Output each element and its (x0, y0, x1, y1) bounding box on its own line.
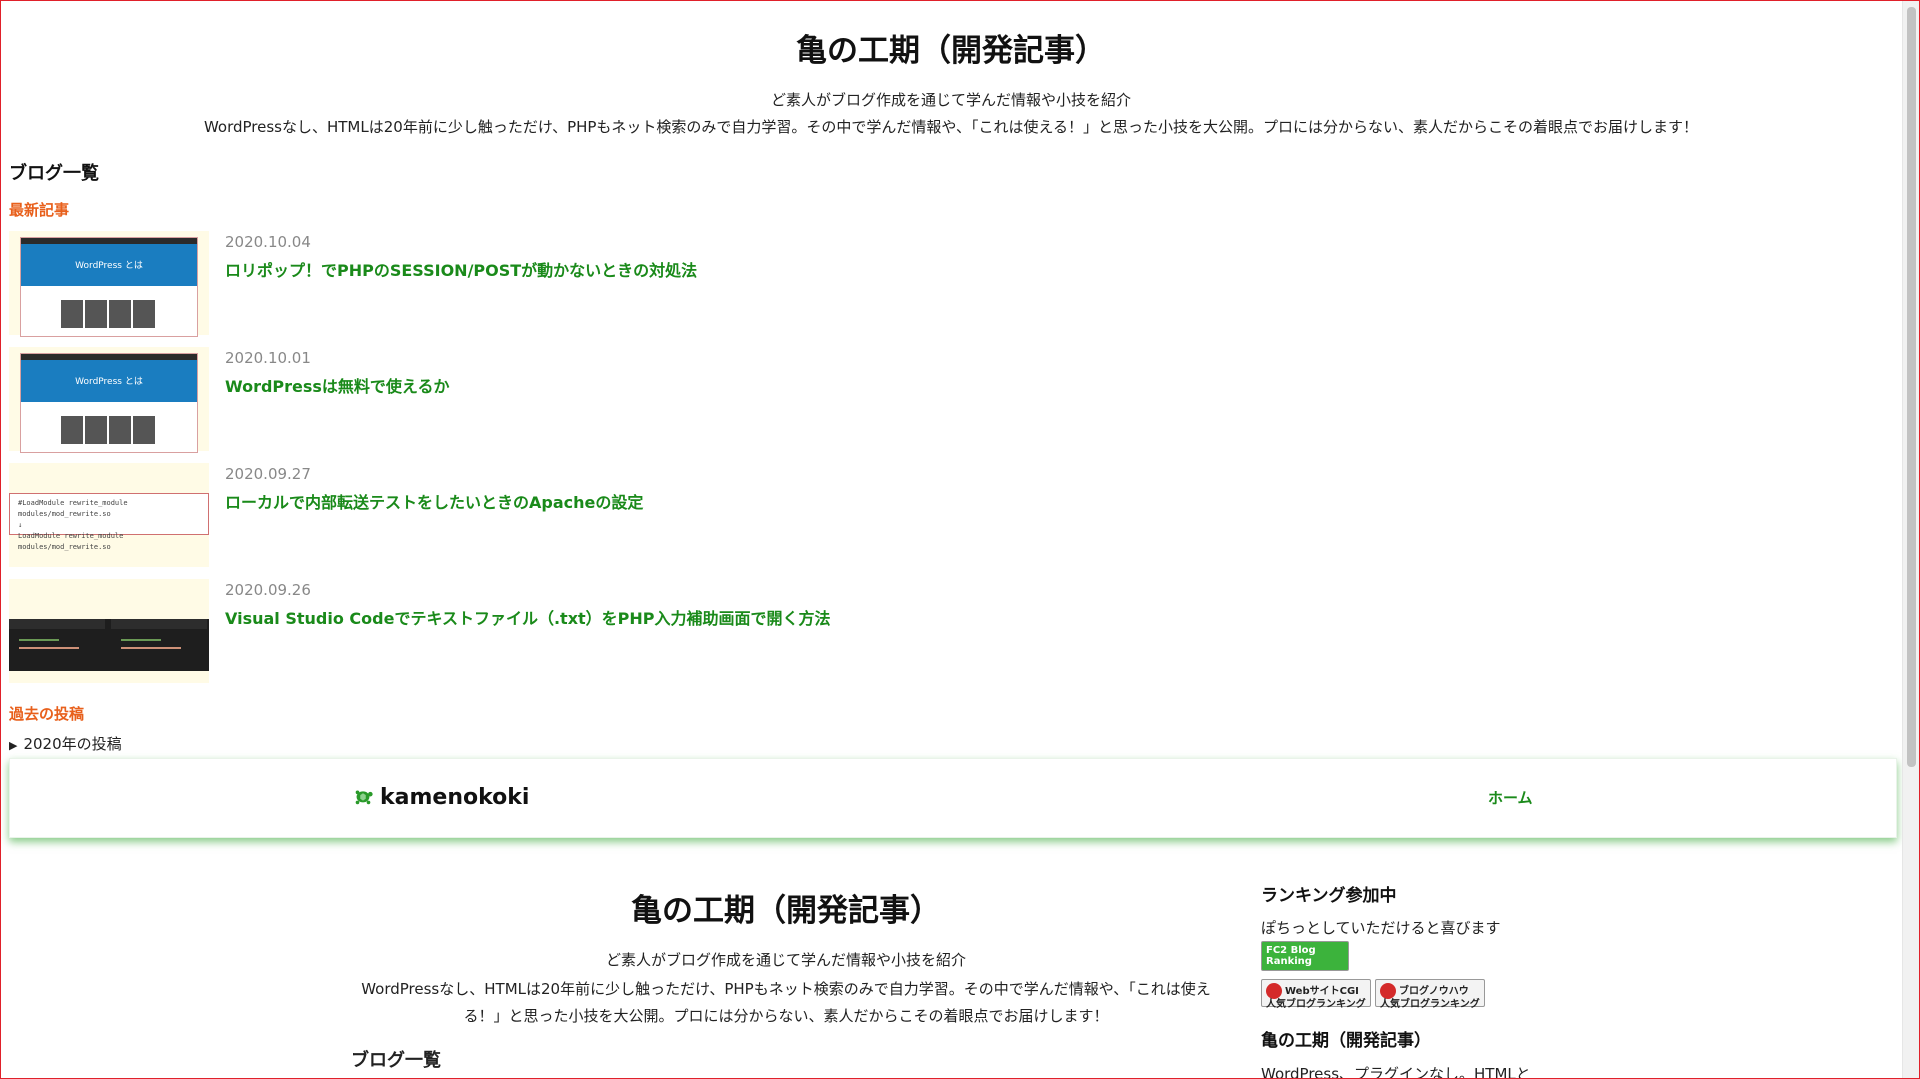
list-item[interactable]: 2020.09.26 Visual Studio Codeでテキストファイル（.… (9, 579, 1009, 683)
post-date: 2020.09.26 (225, 581, 311, 599)
vertical-scrollbar[interactable] (1902, 1, 1919, 1078)
nav-home-link[interactable]: ホーム (1488, 787, 1533, 808)
brand-logo[interactable]: kamenokoki (352, 785, 529, 810)
about-text: WordPress、プラグインなし。HTMLと (1261, 1065, 1531, 1079)
about-heading: 亀の工期（開発記事） (1261, 1031, 1431, 1051)
cgi-ranking-badge[interactable]: WebサイトCGI 人気ブログランキング (1261, 979, 1371, 1010)
post-thumbnail[interactable]: WordPress とは (9, 231, 209, 337)
post-title-link[interactable]: ローカルで内部転送テストをしたいときのApacheの設定 (225, 489, 643, 513)
main-title[interactable]: 亀の工期（開発記事） (351, 885, 1221, 930)
ranking-heading: ランキング参加中 (1261, 886, 1397, 906)
knowhow-ranking-badge[interactable]: ブログノウハウ 人気ブログランキング (1375, 979, 1485, 1010)
latest-posts-label: 最新記事 (9, 201, 70, 219)
wordpress-screenshot-image: WordPress とは (20, 237, 198, 337)
site-tagline: ど素人がブログ作成を通じて学んだ情報や小技を紹介 (770, 91, 1131, 109)
code-snippet-image: #LoadModule rewrite_module modules/mod_r… (9, 493, 209, 551)
site-description: WordPressなし、HTMLは20年前に少し触っただけ、PHPもネット検索の… (203, 118, 1699, 136)
archive-item-2020[interactable]: ▶ 2020年の投稿 (9, 733, 122, 754)
main-blog-list-heading: ブログ一覧 (351, 1050, 441, 1071)
wordpress-screenshot-image: WordPress とは (20, 353, 198, 453)
triangle-right-icon: ▶ (9, 739, 18, 752)
blog-list-heading: ブログ一覧 (9, 163, 99, 184)
post-title-link[interactable]: WordPressは無料で使えるか (225, 373, 449, 397)
scrollbar-thumb[interactable] (1907, 7, 1916, 767)
post-thumbnail[interactable]: #LoadModule rewrite_module modules/mod_r… (9, 463, 209, 567)
main-description: WordPressなし、HTMLは20年前に少し触っただけ、PHPもネット検索の… (361, 980, 1211, 1025)
turtle-icon (355, 790, 373, 805)
list-item[interactable]: WordPress とは 2020.10.04 ロリポップ！でPHPのSESSI… (9, 231, 1009, 337)
main-tagline: ど素人がブログ作成を通じて学んだ情報や小技を紹介 (605, 951, 966, 969)
list-item[interactable]: WordPress とは 2020.10.01 WordPressは無料で使える… (9, 347, 1009, 453)
post-date: 2020.09.27 (225, 465, 311, 483)
vscode-screenshot-image (9, 619, 209, 671)
ranking-logo-icon (1380, 983, 1396, 999)
post-date: 2020.10.04 (225, 233, 311, 251)
post-title-link[interactable]: Visual Studio Codeでテキストファイル（.txt）をPHP入力補… (225, 605, 831, 629)
post-thumbnail[interactable]: WordPress とは (9, 347, 209, 453)
post-date: 2020.10.01 (225, 349, 311, 367)
site-title[interactable]: 亀の工期（開発記事） (1, 25, 1901, 70)
post-thumbnail[interactable] (9, 579, 209, 683)
ranking-text: ぽちっとしていただけると喜びます (1261, 919, 1501, 937)
site-navbar: kamenokoki ホーム (9, 758, 1897, 838)
past-posts-label: 過去の投稿 (9, 705, 85, 723)
post-title-link[interactable]: ロリポップ！でPHPのSESSION/POSTが動かないときの対処法 (225, 257, 697, 281)
list-item[interactable]: #LoadModule rewrite_module modules/mod_r… (9, 463, 1009, 567)
fc2-ranking-badge[interactable]: FC2 Blog Ranking (1261, 941, 1349, 971)
browser-viewport: 亀の工期（開発記事） ど素人がブログ作成を通じて学んだ情報や小技を紹介 Word… (0, 0, 1920, 1079)
ranking-logo-icon (1266, 983, 1282, 999)
